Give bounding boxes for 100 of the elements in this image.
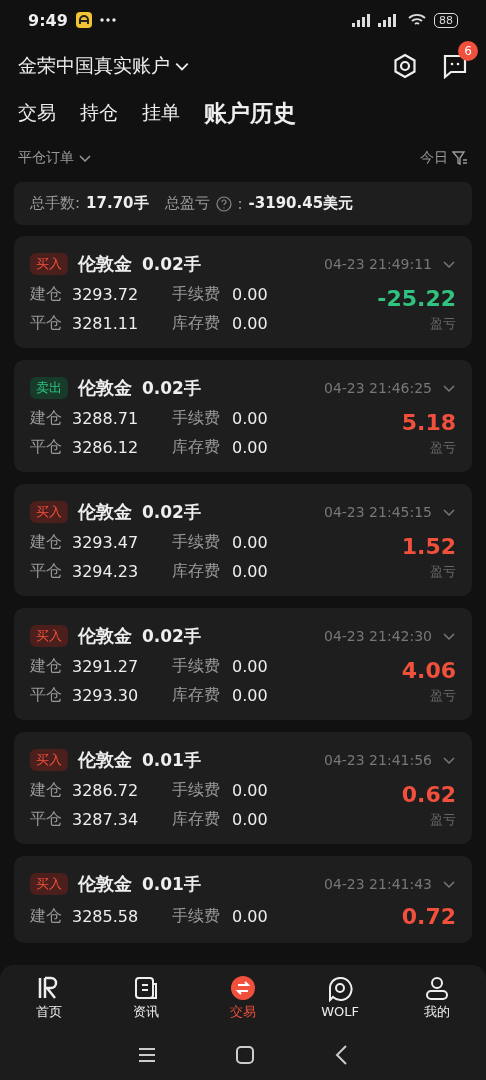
lots: 0.02手 bbox=[142, 500, 201, 524]
order-card[interactable]: 买入 伦敦金 0.01手 04-23 21:41:56 建仓 3286.72 手续费 0.00 平仓 3287.34 库存费 0.00 0.62 盈亏 bbox=[14, 732, 472, 844]
fee-label: 手续费 bbox=[172, 408, 221, 429]
open-label: 建仓 bbox=[30, 408, 63, 429]
nav-item[interactable]: 交易 bbox=[207, 974, 278, 1021]
lots: 0.02手 bbox=[142, 376, 201, 400]
order-card[interactable]: 买入 伦敦金 0.01手 04-23 21:41:43 建仓 3285.58 手续费 0.00 0.72 bbox=[14, 856, 472, 943]
menu-icon[interactable] bbox=[138, 1047, 156, 1063]
symbol: 伦敦金 bbox=[78, 872, 132, 896]
side-tag: 卖出 bbox=[30, 377, 68, 399]
order-card[interactable]: 买入 伦敦金 0.02手 04-23 21:42:30 建仓 3291.27 手续费 0.00 平仓 3293.30 库存费 0.00 4.06 盈亏 bbox=[14, 608, 472, 720]
swap-label: 库存费 bbox=[172, 313, 221, 334]
settings-button[interactable] bbox=[392, 53, 418, 79]
order-time: 04-23 21:46:25 bbox=[324, 380, 432, 396]
swap: 0.00 bbox=[232, 438, 268, 457]
document-icon bbox=[132, 974, 159, 1001]
lots: 0.02手 bbox=[142, 624, 201, 648]
swap-label: 库存费 bbox=[172, 809, 221, 830]
order-card[interactable]: 卖出 伦敦金 0.02手 04-23 21:46:25 建仓 3288.71 手续费 0.00 平仓 3286.12 库存费 0.00 5.18 盈亏 bbox=[14, 360, 472, 472]
close-price: 3287.34 bbox=[72, 810, 140, 829]
account-selector[interactable]: 金荣中国真实账户 bbox=[18, 53, 190, 79]
fee-label: 手续费 bbox=[172, 780, 221, 801]
profit-loss-label: 盈亏 bbox=[430, 686, 456, 705]
nav-item[interactable]: 资讯 bbox=[110, 974, 181, 1021]
total-lots-label: 总手数: bbox=[30, 194, 81, 213]
order-time: 04-23 21:49:11 bbox=[324, 256, 432, 272]
profit-loss: -25.22 bbox=[377, 285, 456, 311]
fee-label: 手续费 bbox=[172, 656, 221, 677]
open-label: 建仓 bbox=[30, 532, 63, 553]
swap: 0.00 bbox=[232, 562, 268, 581]
close-price: 3281.11 bbox=[72, 314, 140, 333]
swap-label: 库存费 bbox=[172, 437, 221, 458]
settings-icon bbox=[392, 53, 418, 79]
open-label: 建仓 bbox=[30, 284, 63, 305]
symbol: 伦敦金 bbox=[78, 624, 132, 648]
unread-badge: 6 bbox=[458, 41, 478, 61]
period-filter[interactable]: 今日 bbox=[420, 149, 468, 167]
open-price: 3286.72 bbox=[72, 781, 140, 800]
close-price: 3294.23 bbox=[72, 562, 140, 581]
open-label: 建仓 bbox=[30, 656, 63, 677]
tab[interactable]: 挂单 bbox=[142, 100, 180, 126]
total-pnl: -3190.45美元 bbox=[248, 194, 354, 213]
profit-loss: 0.72 bbox=[401, 904, 456, 929]
profit-loss: 1.52 bbox=[401, 533, 456, 559]
message-icon bbox=[442, 53, 468, 79]
order-type-dropdown[interactable]: 平仓订单 bbox=[18, 149, 92, 167]
wifi-icon bbox=[408, 13, 426, 27]
fee: 0.00 bbox=[232, 533, 268, 552]
order-card[interactable]: 买入 伦敦金 0.02手 04-23 21:45:15 建仓 3293.47 手续费 0.00 平仓 3294.23 库存费 0.00 1.52 盈亏 bbox=[14, 484, 472, 596]
close-label: 平仓 bbox=[30, 809, 63, 830]
side-tag: 买入 bbox=[30, 749, 68, 771]
tab[interactable]: 账户历史 bbox=[204, 97, 296, 129]
swap-label: 库存费 bbox=[172, 685, 221, 706]
more-icon bbox=[99, 18, 116, 22]
total-pnl-label: 总盈亏 bbox=[164, 194, 210, 213]
close-label: 平仓 bbox=[30, 313, 63, 334]
fee: 0.00 bbox=[232, 781, 268, 800]
swap: 0.00 bbox=[232, 686, 268, 705]
exchange-icon bbox=[229, 974, 256, 1001]
home-icon[interactable] bbox=[236, 1046, 254, 1064]
profit-loss-label: 盈亏 bbox=[430, 438, 456, 457]
fee-label: 手续费 bbox=[172, 284, 221, 305]
swap: 0.00 bbox=[232, 810, 268, 829]
fee: 0.00 bbox=[232, 409, 268, 428]
filter-icon bbox=[452, 150, 468, 166]
symbol: 伦敦金 bbox=[78, 252, 132, 276]
tab[interactable]: 持仓 bbox=[80, 100, 118, 126]
clock: 9:49 bbox=[28, 10, 68, 30]
help-icon[interactable] bbox=[215, 195, 232, 212]
side-tag: 买入 bbox=[30, 501, 68, 523]
fee: 0.00 bbox=[232, 657, 268, 676]
symbol: 伦敦金 bbox=[78, 748, 132, 772]
open-label: 建仓 bbox=[30, 906, 63, 927]
swap-label: 库存费 bbox=[172, 561, 221, 582]
tab[interactable]: 交易 bbox=[18, 100, 56, 126]
close-price: 3286.12 bbox=[72, 438, 140, 457]
total-lots: 17.70手 bbox=[86, 194, 149, 213]
nav-item[interactable]: WOLF bbox=[305, 976, 376, 1019]
swap: 0.00 bbox=[232, 314, 268, 333]
open-price: 3288.71 bbox=[72, 409, 140, 428]
close-label: 平仓 bbox=[30, 561, 63, 582]
nav-item[interactable]: 我的 bbox=[402, 974, 473, 1021]
profit-loss-label: 盈亏 bbox=[430, 562, 456, 581]
order-time: 04-23 21:41:43 bbox=[324, 876, 432, 892]
open-price: 3285.58 bbox=[72, 907, 140, 926]
open-price: 3291.27 bbox=[72, 657, 140, 676]
profit-loss-label: 盈亏 bbox=[430, 810, 456, 829]
order-time: 04-23 21:45:15 bbox=[324, 504, 432, 520]
lots: 0.02手 bbox=[142, 252, 201, 276]
colon: : bbox=[237, 194, 243, 213]
chat-bubble-icon bbox=[327, 976, 354, 1002]
close-label: 平仓 bbox=[30, 437, 63, 458]
open-price: 3293.72 bbox=[72, 285, 140, 304]
messages-button[interactable] bbox=[442, 53, 468, 79]
open-label: 建仓 bbox=[30, 780, 63, 801]
side-tag: 买入 bbox=[30, 253, 68, 275]
nav-item[interactable]: 首页 bbox=[13, 974, 84, 1021]
back-icon[interactable] bbox=[334, 1045, 348, 1065]
order-card[interactable]: 买入 伦敦金 0.02手 04-23 21:49:11 建仓 3293.72 手续费 0.00 平仓 3281.11 库存费 0.00 -25.22 盈亏 bbox=[14, 236, 472, 348]
close-price: 3293.30 bbox=[72, 686, 140, 705]
